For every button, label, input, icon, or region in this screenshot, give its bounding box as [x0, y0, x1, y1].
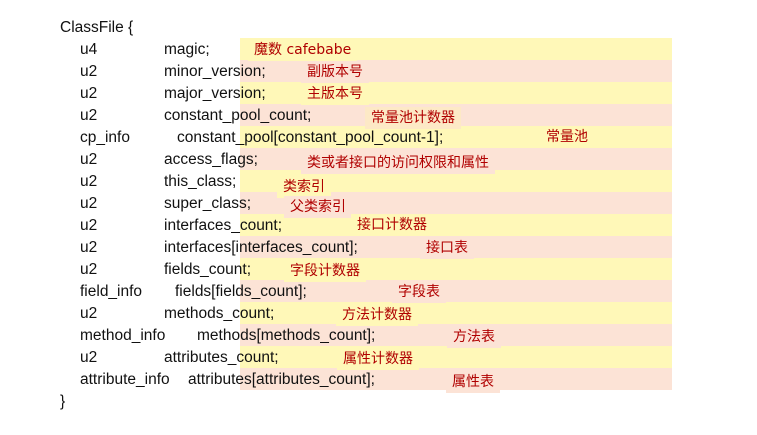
field-type: cp_info — [80, 129, 130, 146]
code-block: ClassFile { u4 magic; 魔数 cafebabe u2 min… — [0, 0, 757, 435]
struct-footer: } — [60, 393, 66, 410]
field-type: u2 — [80, 305, 98, 322]
field-declaration: minor_version; — [164, 63, 266, 80]
field-type: u4 — [80, 41, 98, 58]
field-type: attribute_info — [80, 371, 170, 388]
field-note: 字段计数器 — [284, 260, 366, 282]
field-declaration: this_class; — [164, 173, 237, 190]
field-note: 类索引 — [277, 176, 331, 198]
field-note: 属性表 — [446, 371, 500, 393]
field-note: 魔数 cafebabe — [248, 39, 358, 61]
field-note: 属性计数器 — [337, 348, 419, 370]
field-declaration: methods[methods_count]; — [197, 327, 376, 344]
field-type: u2 — [80, 173, 98, 190]
field-note: 接口表 — [420, 237, 474, 259]
field-note: 字段表 — [392, 281, 446, 303]
field-type: u2 — [80, 63, 98, 80]
classfile-diagram: ClassFile { u4 magic; 魔数 cafebabe u2 min… — [0, 0, 757, 435]
field-type: method_info — [80, 327, 166, 344]
field-declaration: attributes_count; — [164, 349, 279, 366]
field-note: 方法表 — [447, 326, 501, 348]
field-type: u2 — [80, 217, 98, 234]
field-declaration: constant_pool[constant_pool_count-1]; — [177, 129, 444, 146]
field-declaration: interfaces[interfaces_count]; — [164, 239, 358, 256]
field-type: u2 — [80, 151, 98, 168]
struct-header: ClassFile { — [60, 19, 134, 36]
field-declaration: attributes[attributes_count]; — [188, 371, 375, 388]
field-declaration: interfaces_count; — [164, 217, 283, 234]
field-declaration: major_version; — [164, 85, 266, 102]
field-note: 类或者接口的访问权限和属性 — [301, 152, 495, 174]
field-note: 方法计数器 — [336, 304, 418, 326]
field-note: 接口计数器 — [351, 214, 433, 236]
field-note: 副版本号 — [301, 61, 369, 83]
field-declaration: super_class; — [164, 195, 252, 212]
field-type: u2 — [80, 195, 98, 212]
field-declaration: magic; — [164, 41, 210, 58]
field-note: 父类索引 — [284, 196, 352, 218]
field-type: field_info — [80, 283, 143, 300]
field-note: 常量池计数器 — [365, 107, 461, 129]
field-type: u2 — [80, 239, 98, 256]
field-type: u2 — [80, 85, 98, 102]
field-note: 常量池 — [540, 126, 594, 148]
field-declaration: methods_count; — [164, 305, 275, 322]
field-note: 主版本号 — [301, 83, 369, 105]
field-type: u2 — [80, 261, 98, 278]
field-declaration: access_flags; — [164, 151, 258, 168]
field-declaration: fields[fields_count]; — [175, 283, 307, 300]
field-type: u2 — [80, 107, 98, 124]
field-declaration: fields_count; — [164, 261, 252, 278]
field-declaration: constant_pool_count; — [164, 107, 312, 124]
field-type: u2 — [80, 349, 98, 366]
